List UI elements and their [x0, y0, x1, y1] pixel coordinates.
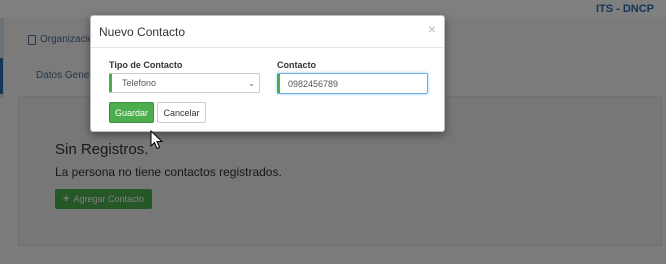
cancel-button[interactable]: Cancelar — [157, 102, 206, 123]
contacto-input[interactable] — [277, 73, 428, 94]
close-icon[interactable]: × — [428, 22, 436, 36]
mouse-cursor-icon — [150, 130, 164, 150]
modal-body: Tipo de Contacto Telefono ⌄ Contacto Gua… — [91, 48, 444, 133]
tipo-contacto-select[interactable]: Telefono ⌄ — [109, 73, 260, 93]
tipo-contacto-value: Telefono — [122, 78, 157, 88]
chevron-down-icon: ⌄ — [248, 79, 255, 88]
save-button[interactable]: Guardar — [109, 102, 154, 123]
new-contact-modal: Nuevo Contacto × Tipo de Contacto Telefo… — [90, 15, 445, 132]
tipo-contacto-label: Tipo de Contacto — [109, 60, 183, 70]
modal-title: Nuevo Contacto — [99, 25, 186, 39]
contacto-label: Contacto — [277, 60, 316, 70]
modal-header: Nuevo Contacto × — [91, 16, 444, 48]
